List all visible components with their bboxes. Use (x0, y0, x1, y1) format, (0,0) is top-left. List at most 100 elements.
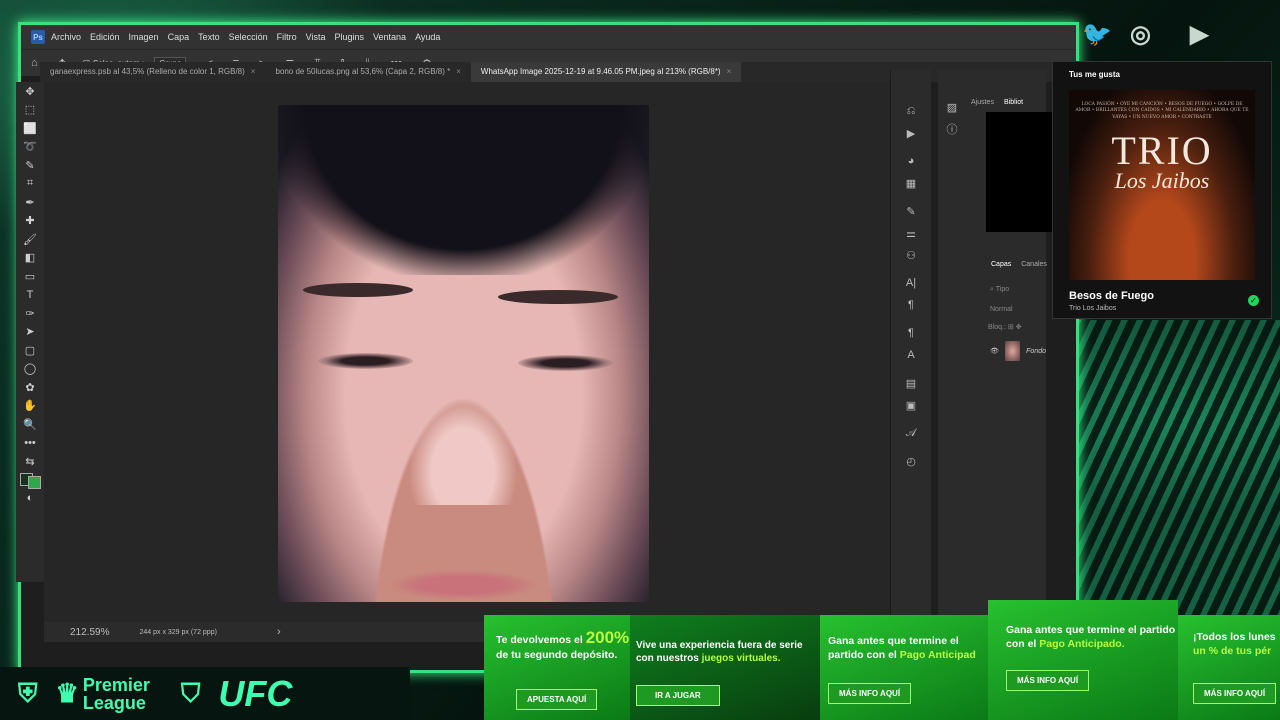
promo-banner-5[interactable]: ¡Todos los lunes un % de tus pér MÁS INF… (1178, 615, 1280, 720)
tab-bibliotecas[interactable]: Bibliot (999, 99, 1028, 106)
layer-name: Fondo (1026, 347, 1046, 355)
lock-pixels-icon[interactable]: ⊞ (1008, 324, 1014, 331)
youtube-icon: ▶ (1190, 21, 1209, 48)
mas-info-button[interactable]: MÁS INFO AQUÍ (828, 683, 912, 704)
layer-filter-input[interactable]: Tipo (996, 286, 1009, 293)
more-tools-icon[interactable]: ••• (16, 434, 44, 453)
visibility-eye-icon[interactable]: 👁 (990, 347, 999, 355)
apuesta-aqui-button[interactable]: APUESTA AQUÍ (516, 689, 598, 710)
zoom-tool-icon[interactable]: 🔍 (16, 415, 44, 434)
quick-mask-icon[interactable]: ◐ (16, 489, 44, 508)
history-icon[interactable]: ⎌ (891, 100, 931, 122)
adjustments-sliders-icon[interactable]: ⚌ (891, 222, 931, 244)
photo-hair (278, 105, 649, 275)
move-tool-icon[interactable]: ✥ (16, 82, 44, 101)
properties-icon[interactable]: ⚇ (891, 244, 931, 266)
character-icon[interactable]: A| (891, 272, 931, 294)
tab-document-1[interactable]: ganaexpress.psb al 43,5% (Relleno de col… (40, 62, 265, 82)
tab-ajustes[interactable]: Ajustes (966, 99, 999, 106)
status-arrow-icon[interactable]: › (277, 626, 281, 638)
ir-a-jugar-button[interactable]: IR A JUGAR (636, 685, 720, 706)
tab-capas[interactable]: Capas (986, 261, 1016, 268)
panel-tabs-layers: Capas Canales (986, 254, 1047, 274)
crop-tool-icon[interactable]: ⌗ (16, 175, 44, 194)
mas-info-button[interactable]: MÁS INFO AQUÍ (1006, 670, 1090, 691)
home-icon[interactable]: ⌂ (31, 57, 38, 69)
tab-label: ganaexpress.psb al 43,5% (Relleno de col… (50, 67, 245, 76)
ellipse-tool-icon[interactable]: ◯ (16, 360, 44, 379)
healing-brush-tool-icon[interactable]: ✚ (16, 212, 44, 231)
menu-vista[interactable]: Vista (306, 32, 326, 42)
type-tool-icon[interactable]: T (16, 286, 44, 305)
document-canvas[interactable] (44, 82, 890, 622)
menu-imagen[interactable]: Imagen (129, 32, 159, 42)
layer-row[interactable]: 👁 Fondo (990, 339, 1046, 363)
photo-lips (388, 570, 538, 600)
comments-icon[interactable]: ▣ (891, 394, 931, 416)
eraser-tool-icon[interactable]: ◧ (16, 249, 44, 268)
tab-canales[interactable]: Canales (1016, 261, 1052, 268)
quick-select-tool-icon[interactable]: ✎ (16, 156, 44, 175)
close-icon[interactable]: × (727, 67, 732, 76)
promo-banner-1[interactable]: Te devolvemos el 200% de tu segundo depó… (484, 615, 630, 720)
tools-panel: ✥ ⬚ ⬜ ➰ ✎ ⌗ ✒ ✚ 🖌 ◧ ▭ T ✑ ➤ ▢ ◯ ✿ ✋ 🔍 ••… (16, 82, 44, 582)
promo-banner-3[interactable]: Gana antes que termine el partido con el… (820, 615, 988, 720)
promo-text: Te devolvemos el 200% de tu segundo depó… (496, 628, 630, 662)
paragraph-icon[interactable]: ¶ (891, 294, 931, 316)
path-select-tool-icon[interactable]: ➤ (16, 323, 44, 342)
hand-tool-icon[interactable]: ✋ (16, 397, 44, 416)
marquee-tool-icon[interactable]: ⬜ (16, 119, 44, 138)
album-title-main: TRIO (1111, 127, 1213, 173)
close-icon[interactable]: × (456, 67, 461, 76)
twitter-icon: 🐦 (1082, 21, 1112, 48)
sports-logos-bar: ⛨ ♛ Premier League ⛉ UFC (0, 667, 410, 720)
menu-texto[interactable]: Texto (198, 32, 220, 42)
info-icon[interactable]: ⓘ (938, 118, 966, 140)
panel-tabs-top: Ajustes Bibliot (966, 92, 1046, 112)
playlist-header: Tus me gusta (1069, 70, 1120, 79)
notes-icon[interactable]: ▤ (891, 372, 931, 394)
zoom-level[interactable]: 212.59% (70, 627, 109, 638)
promo-banner-2[interactable]: Vive una experiencia fuera de serie con … (630, 615, 820, 720)
menu-ayuda[interactable]: Ayuda (415, 32, 440, 42)
brush-tool-icon[interactable]: 🖌 (16, 230, 44, 249)
swap-colors-icon[interactable]: ⇆ (16, 452, 44, 471)
character-styles-icon[interactable]: A (891, 344, 931, 366)
gradient-tool-icon[interactable]: ▭ (16, 267, 44, 286)
color-swatches-icon[interactable] (16, 471, 44, 490)
layer-filter[interactable]: ⌕ Tipo (990, 286, 1046, 294)
menu-archivo[interactable]: Archivo (51, 32, 81, 42)
paragraph-styles-icon[interactable]: ¶ (891, 322, 931, 344)
menu-seleccion[interactable]: Selección (229, 32, 268, 42)
close-icon[interactable]: × (251, 67, 256, 76)
menu-capa[interactable]: Capa (168, 32, 190, 42)
custom-shape-tool-icon[interactable]: ✿ (16, 378, 44, 397)
artboard-tool-icon[interactable]: ⬚ (16, 101, 44, 120)
promo-text: Gana antes que termine el partido con el… (828, 635, 976, 661)
menu-filtro[interactable]: Filtro (277, 32, 297, 42)
color-icon[interactable]: ◕ (891, 150, 931, 172)
photo-right-brow (498, 290, 618, 304)
document-size: 244 px x 329 px (72 ppp) (139, 628, 217, 636)
mas-info-button[interactable]: MÁS INFO AQUÍ (1193, 683, 1277, 704)
brushes-icon[interactable]: ✎ (891, 200, 931, 222)
blend-mode-dropdown[interactable]: Normal (990, 306, 1046, 313)
pen-tool-icon[interactable]: ✑ (16, 304, 44, 323)
adjustments-layers-panel: Ajustes Bibliot Capas Canales ⌕ Tipo Nor… (966, 70, 1056, 640)
promo-banner-4[interactable]: Gana antes que termine el partido con el… (988, 600, 1178, 720)
menu-edicion[interactable]: Edición (90, 32, 120, 42)
lock-label: Bloq.: (988, 324, 1006, 331)
lasso-tool-icon[interactable]: ➰ (16, 138, 44, 157)
eyedropper-tool-icon[interactable]: ✒ (16, 193, 44, 212)
actions-play-icon[interactable]: ▶ (891, 122, 931, 144)
menu-ventana[interactable]: Ventana (373, 32, 406, 42)
lock-move-icon[interactable]: ✥ (1016, 324, 1022, 331)
tab-document-2[interactable]: bono de 50lucas.png al 53,6% (Capa 2, RG… (265, 62, 470, 82)
rectangle-tool-icon[interactable]: ▢ (16, 341, 44, 360)
timeline-icon[interactable]: ◴ (891, 450, 931, 472)
menu-plugins[interactable]: Plugins (335, 32, 365, 42)
tab-document-3[interactable]: WhatsApp Image 2025-12-19 at 9.46.05 PM.… (470, 62, 742, 82)
image-panel-icon[interactable]: ▨ (938, 96, 966, 118)
swatches-icon[interactable]: ▦ (891, 172, 931, 194)
glyphs-icon[interactable]: 𝒜 (891, 422, 931, 444)
